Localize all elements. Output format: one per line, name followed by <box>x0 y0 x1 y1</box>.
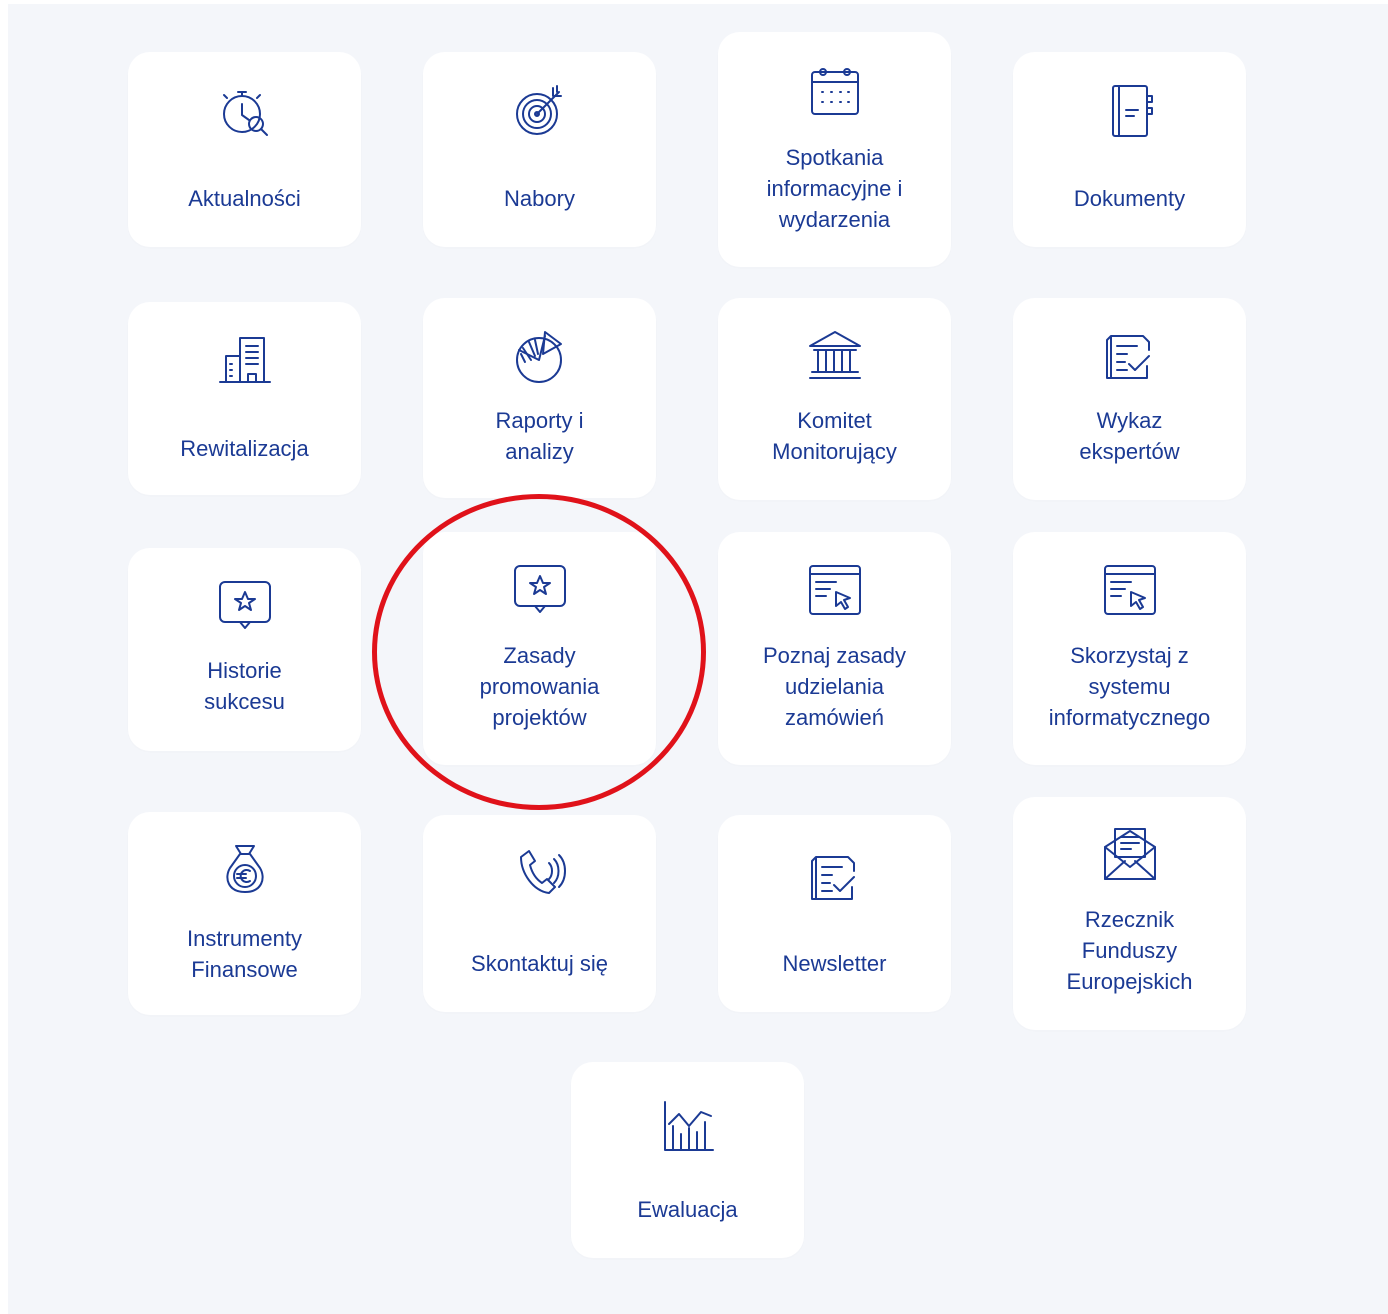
envelope-letter-icon <box>1101 825 1159 883</box>
tile-label: Wykaz ekspertów <box>1079 408 1180 464</box>
tile-rewitalizacja[interactable]: Rewitalizacja <box>128 302 361 495</box>
tile-label: Instrumenty Finansowe <box>187 926 302 982</box>
target-icon <box>511 82 569 140</box>
bar-chart-icon <box>659 1098 717 1156</box>
tile-label: Skorzystaj z systemu informatycznego <box>1048 643 1211 730</box>
tile-skontaktuj[interactable]: Skontaktuj się <box>423 815 656 1012</box>
tile-label: Dokumenty <box>1073 186 1186 211</box>
browser-cursor-icon <box>806 562 864 620</box>
star-badge-icon <box>511 560 569 618</box>
tile-newsletter[interactable]: Newsletter <box>718 815 951 1012</box>
tile-label: Newsletter <box>782 951 887 976</box>
tile-label: Rewitalizacja <box>180 436 309 461</box>
tile-label: Spotkania informacyjne i wydarzenia <box>766 145 903 232</box>
tile-spotkania[interactable]: Spotkania informacyjne i wydarzenia <box>718 32 951 267</box>
tile-komitet[interactable]: Komitet Monitorujący <box>718 298 951 500</box>
browser-cursor-icon <box>1101 562 1159 620</box>
tile-label: Poznaj zasady udzielania zamówień <box>762 643 907 730</box>
tile-rzecznik[interactable]: Rzecznik Funduszy Europejskich <box>1013 797 1246 1030</box>
notebook-icon <box>1101 82 1159 140</box>
tile-zasady-promowania[interactable]: Zasady promowania projektów <box>423 532 656 765</box>
tile-label: Nabory <box>504 186 575 211</box>
tile-label: Skontaktuj się <box>471 951 608 976</box>
tile-label: Zasady promowania projektów <box>479 643 600 730</box>
tile-raporty[interactable]: Raporty i analizy <box>423 298 656 498</box>
phone-call-icon <box>511 845 569 903</box>
calendar-icon <box>806 62 864 120</box>
checklist-icon <box>1101 328 1159 386</box>
stopwatch-search-icon <box>216 84 274 142</box>
tile-nabory[interactable]: Nabory <box>423 52 656 247</box>
tile-label: Raporty i analizy <box>495 408 584 464</box>
tile-label: Historie sukcesu <box>204 658 285 714</box>
tile-historie[interactable]: Historie sukcesu <box>128 548 361 751</box>
tile-dokumenty[interactable]: Dokumenty <box>1013 52 1246 247</box>
euro-bag-icon <box>216 840 274 898</box>
tile-label: Komitet Monitorujący <box>772 408 897 464</box>
star-badge-icon <box>216 576 274 634</box>
tile-label: Ewaluacja <box>637 1197 738 1222</box>
tile-wykaz[interactable]: Wykaz ekspertów <box>1013 298 1246 500</box>
tile-poznaj-zasady[interactable]: Poznaj zasady udzielania zamówień <box>718 532 951 765</box>
tile-instrumenty[interactable]: Instrumenty Finansowe <box>128 812 361 1015</box>
buildings-icon <box>216 332 274 390</box>
tile-label: Aktualności <box>188 186 301 211</box>
tile-label: Rzecznik Funduszy Europejskich <box>1066 907 1193 994</box>
pie-chart-icon <box>511 328 569 386</box>
tile-ewaluacja[interactable]: Ewaluacja <box>571 1062 804 1258</box>
tile-skorzystaj[interactable]: Skorzystaj z systemu informatycznego <box>1013 532 1246 765</box>
tile-aktualnosci[interactable]: Aktualności <box>128 52 361 247</box>
institution-icon <box>806 328 864 386</box>
checklist-icon <box>806 849 864 907</box>
